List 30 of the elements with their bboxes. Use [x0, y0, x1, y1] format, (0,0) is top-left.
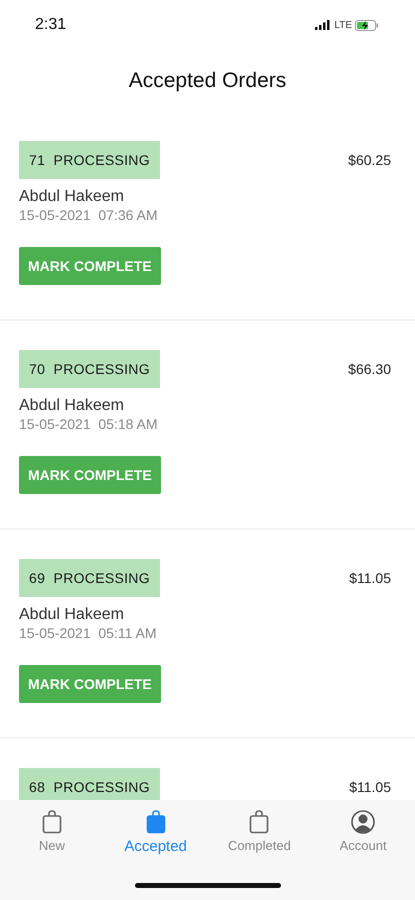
signal-icon: [315, 20, 332, 30]
person-icon: [351, 810, 376, 834]
order-price: $11.05: [349, 779, 391, 795]
order-date: 15-05-2021 07:36 AM: [19, 207, 159, 223]
battery-icon: [355, 20, 379, 30]
status-time: 2:31: [35, 16, 66, 34]
mark-complete-button[interactable]: MARK COMPLETE: [19, 456, 161, 494]
bag-icon: [146, 810, 166, 834]
network-label: LTE: [334, 20, 352, 30]
order-date: 15-05-2021 05:18 AM: [19, 416, 159, 432]
order-price: $60.25: [348, 152, 391, 168]
mark-complete-button[interactable]: MARK COMPLETE: [19, 247, 161, 285]
customer-name: Abdul Hakeem: [19, 606, 125, 624]
tab[interactable]: Completed: [208, 810, 312, 900]
order-date: 15-05-2021 05:11 AM: [19, 625, 158, 641]
order-price: $66.30: [348, 361, 391, 377]
order-status-badge: 71 PROCESSING: [19, 141, 160, 179]
bag-icon: [42, 810, 62, 834]
mark-complete-button[interactable]: MARK COMPLETE: [19, 665, 161, 703]
tab[interactable]: Account: [311, 810, 415, 900]
bag-icon: [249, 810, 270, 834]
customer-name: Abdul Hakeem: [19, 188, 125, 206]
order-status-badge: 70 PROCESSING: [19, 350, 160, 388]
order-status-badge: 69 PROCESSING: [19, 559, 160, 597]
customer-name: Abdul Hakeem: [19, 397, 125, 415]
tab[interactable]: Accepted: [104, 810, 208, 900]
order-status-badge: 68 PROCESSING: [19, 768, 160, 800]
tab[interactable]: New: [0, 810, 104, 900]
page-title: Accepted Orders: [128, 68, 288, 94]
order-price: $11.05: [349, 570, 391, 586]
